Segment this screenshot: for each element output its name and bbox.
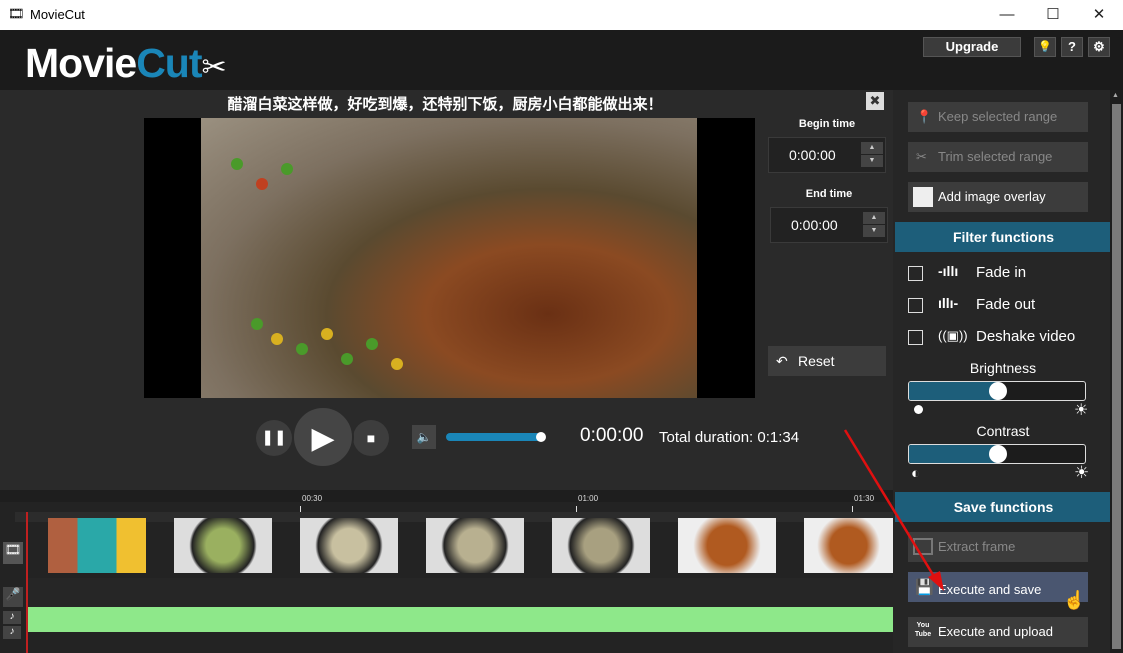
scrollbar[interactable]: ▲ [1110,90,1123,653]
end-down-button[interactable]: ▼ [863,225,885,237]
fade-in-checkbox[interactable] [908,266,923,281]
video-title: 醋溜白菜这样做，好吃到爆，还特别下饭，厨房小白都能做出来！ [227,96,663,113]
clip-thumbnail[interactable] [48,518,146,573]
close-video-button[interactable]: ✖ [866,92,884,110]
contrast-high-icon: ☀ [1074,463,1090,482]
maximize-button[interactable]: ☐ [1030,0,1076,30]
play-button[interactable]: ▶ [292,406,354,468]
brightness-low-icon [914,405,923,414]
minimize-button[interactable]: — [984,0,1030,30]
fade-in-icon: -ıllı [938,263,959,279]
scissors-icon: ✂ [916,149,927,164]
brightness-label: Brightness [969,360,1037,376]
undo-icon: ↶ [776,353,788,369]
scrollbar-thumb[interactable] [1112,104,1121,649]
music-off-icon[interactable]: ♪ [3,626,21,639]
clip-thumbnail[interactable] [300,518,398,573]
time-tick: 01:00 [578,494,599,503]
upgrade-button[interactable]: Upgrade [923,37,1021,57]
audio-track[interactable] [28,607,893,632]
fade-out-label: Fade out [976,296,1036,313]
clip-thumbnail[interactable] [552,518,650,573]
logo: MovieCut✂ [25,40,227,86]
clip-thumbnail[interactable] [426,518,524,573]
clip-thumbnail[interactable] [678,518,776,573]
close-button[interactable]: ✕ [1076,0,1122,30]
current-time: 0:00:00 [580,425,644,446]
brightness-slider-knob[interactable] [989,382,1007,400]
video-frame [201,118,697,398]
microphone-icon[interactable]: 🎤 [3,587,23,607]
film-icon: 🎞 [3,542,23,564]
reset-button[interactable]: ↶ Reset [768,346,886,376]
fade-in-label: Fade in [976,264,1027,281]
music-icon[interactable]: ♪ [3,611,21,624]
contrast-slider-knob[interactable] [989,445,1007,463]
fade-out-checkbox[interactable] [908,298,923,313]
deshake-label: Deshake video [976,328,1076,345]
window-title: MovieCut [30,7,85,22]
begin-down-button[interactable]: ▼ [861,155,883,167]
keep-selected-range-button[interactable]: 📍 Keep selected range [908,102,1088,132]
location-pin-icon: 📍 [916,109,933,124]
scissors-icon: ✂ [201,51,227,84]
deshake-checkbox[interactable] [908,330,923,345]
end-up-button[interactable]: ▲ [863,212,885,224]
mouse-cursor-icon: ☝ [1063,590,1086,610]
pause-button[interactable]: ❚❚ [256,420,292,456]
end-time-label: End time [805,188,853,200]
youtube-icon: You Tube [914,622,932,638]
volume-icon[interactable]: 🔈 [412,425,436,449]
begin-up-button[interactable]: ▲ [861,142,883,154]
volume-slider[interactable] [446,432,546,442]
clip-thumbnail[interactable] [174,518,272,573]
execute-and-upload-button[interactable]: You Tube Execute and upload [908,617,1088,647]
brightness-high-icon: ☀ [1074,402,1089,419]
title-bar: 🎞 MovieCut — ☐ ✕ [0,0,1123,30]
begin-time-label: Begin time [798,118,856,130]
filter-functions-header: Filter functions [895,222,1112,252]
image-icon [913,187,933,207]
settings-icon[interactable]: ⚙ [1088,37,1110,57]
time-tick: 00:30 [302,494,323,503]
fade-out-icon: ıllı- [938,295,959,311]
annotation-arrow [843,429,944,591]
video-preview[interactable] [144,118,755,398]
total-duration: Total duration: 0:1:34 [659,429,800,446]
deshake-icon: ((▣)) [938,328,968,343]
add-image-overlay-button[interactable]: Add image overlay [908,182,1088,212]
app-icon: 🎞 [8,6,25,21]
trim-selected-range-button[interactable]: ✂ Trim selected range [908,142,1088,172]
help-icon[interactable]: ? [1061,37,1083,57]
stop-button[interactable]: ■ [353,420,389,456]
lightbulb-icon[interactable]: 💡 [1034,37,1056,57]
